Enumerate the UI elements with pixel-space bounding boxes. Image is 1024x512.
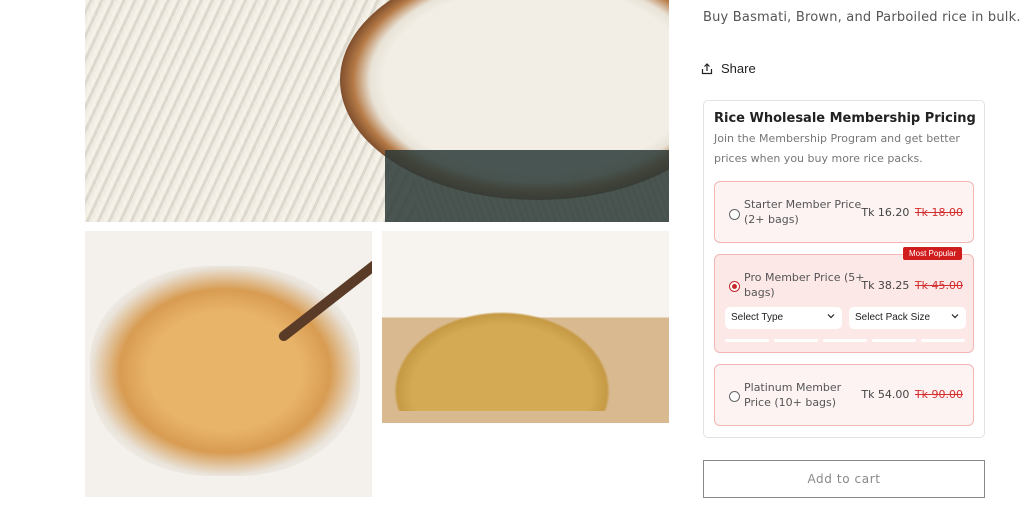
select-type-label: Select Type	[731, 312, 784, 323]
bowl-shape	[340, 0, 669, 200]
rice-pile-shape	[382, 271, 669, 411]
tier-pro-price: Tk 38.25 Tk 45.00	[861, 279, 963, 292]
chevron-down-icon	[827, 314, 835, 319]
product-image-brown-rice[interactable]	[85, 231, 372, 497]
tier-pro[interactable]: Most Popular Pro Member Price (5+ bags) …	[714, 247, 974, 353]
product-image-parboiled-rice[interactable]	[382, 231, 669, 423]
membership-title: Rice Wholesale Membership Pricing	[714, 111, 976, 126]
chevron-down-icon	[951, 314, 959, 319]
quantity-indicator	[774, 339, 818, 342]
add-to-cart-button[interactable]: Add to cart	[703, 460, 985, 498]
quantity-indicator	[823, 339, 867, 342]
glass-bowl-shape	[90, 266, 360, 476]
tier-platinum-name: Platinum Member Price (10+ bags)	[744, 381, 842, 409]
tier-starter-price: Tk 16.20 Tk 18.00	[861, 206, 963, 219]
tier-starter-radio[interactable]	[729, 209, 740, 220]
tier-starter-current-price: Tk 16.20	[861, 206, 910, 219]
membership-description: Join the Membership Program and get bett…	[714, 132, 960, 165]
quantity-indicator	[725, 339, 769, 342]
tier-platinum-radio[interactable]	[729, 391, 740, 402]
quantity-indicator	[921, 339, 965, 342]
tier-platinum-current-price: Tk 54.00	[861, 388, 910, 401]
quantity-indicator	[872, 339, 916, 342]
tier-pro-old-price: Tk 45.00	[914, 279, 963, 292]
product-image-white-rice[interactable]	[85, 0, 669, 222]
tier-platinum[interactable]: Platinum Member Price (10+ bags) Tk 54.0…	[714, 364, 974, 426]
tier-pro-name: Pro Member Price (5+ bags)	[744, 271, 865, 299]
tier-pro-current-price: Tk 38.25	[861, 279, 910, 292]
tier-pro-radio[interactable]	[729, 281, 740, 292]
tier-starter-name: Starter Member Price (2+ bags)	[744, 198, 862, 226]
select-type-dropdown[interactable]: Select Type	[725, 307, 842, 329]
product-subtitle: Buy Basmati, Brown, and Parboiled rice i…	[703, 10, 1021, 25]
tier-platinum-old-price: Tk 90.00	[914, 388, 963, 401]
membership-pricing-card: Rice Wholesale Membership Pricing Join t…	[703, 100, 985, 438]
tier-platinum-price: Tk 54.00 Tk 90.00	[861, 388, 963, 401]
tier-starter[interactable]: Starter Member Price (2+ bags) Tk 16.20 …	[714, 181, 974, 243]
tier-starter-old-price: Tk 18.00	[914, 206, 963, 219]
share-label: Share	[721, 61, 756, 76]
select-pack-size-dropdown[interactable]: Select Pack Size	[849, 307, 966, 329]
share-button[interactable]: Share	[701, 61, 756, 76]
select-pack-label: Select Pack Size	[855, 312, 931, 323]
most-popular-badge: Most Popular	[903, 247, 963, 260]
share-icon	[701, 62, 713, 74]
